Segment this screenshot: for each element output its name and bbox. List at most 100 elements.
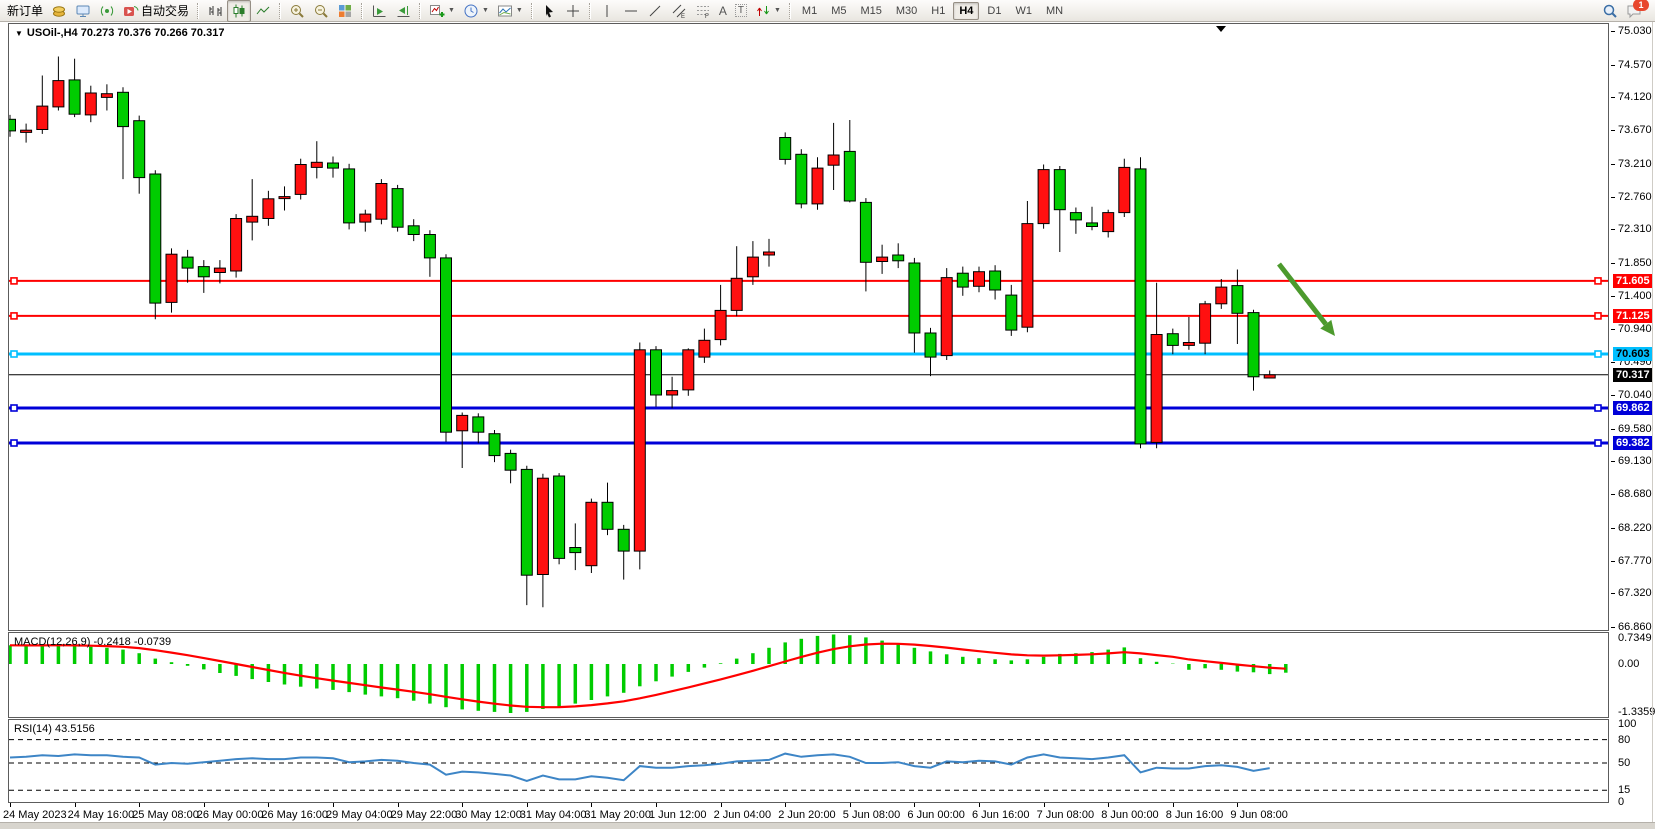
candle: [747, 257, 758, 277]
tile-windows-button[interactable]: [333, 0, 357, 22]
autotrading-button[interactable]: 自动交易: [119, 0, 193, 22]
line-handle[interactable]: [1595, 351, 1601, 357]
toolbar-separator: [589, 3, 591, 19]
main-chart-panel[interactable]: ▼ USOil-,H4 70.273 70.376 70.266 70.317: [8, 23, 1609, 631]
signal-icon: [99, 3, 115, 19]
line-handle[interactable]: [1595, 440, 1601, 446]
rsi-line: [10, 754, 1270, 781]
price-line-label: 69.382: [1613, 436, 1653, 450]
line-handle[interactable]: [1595, 313, 1601, 319]
price-tick-label: 74.120: [1618, 91, 1655, 103]
time-axis-label: 6 Jun 16:00: [972, 809, 1030, 821]
candle: [101, 94, 112, 98]
add-indicator-button[interactable]: ▼: [425, 0, 459, 22]
price-tick-mark: [1611, 528, 1615, 529]
notification-badge: 1: [1633, 0, 1649, 11]
templates-button[interactable]: ▼: [493, 0, 527, 22]
arrows-tool-button[interactable]: ▼: [751, 0, 785, 22]
line-handle[interactable]: [11, 351, 17, 357]
price-tick-mark: [1611, 263, 1615, 264]
rsi-chart[interactable]: [9, 720, 1608, 802]
macd-chart[interactable]: [9, 633, 1608, 717]
macd-panel[interactable]: MACD(12,26,9) -0.2418 -0.0739: [8, 632, 1609, 718]
line-handle[interactable]: [1595, 405, 1601, 411]
collapse-triangle-icon[interactable]: ▼: [15, 29, 23, 38]
timeframe-h1[interactable]: H1: [925, 2, 951, 20]
candle: [699, 340, 710, 357]
macd-axis-label: -1.3359: [1618, 706, 1655, 718]
timeframe-m15[interactable]: M15: [854, 2, 887, 20]
text-tool-button[interactable]: A: [715, 0, 731, 22]
candle-chart-mode-button[interactable]: [227, 0, 251, 22]
template-icon: [497, 3, 513, 19]
line-handle[interactable]: [11, 440, 17, 446]
candle: [53, 81, 64, 107]
channel-tool-button[interactable]: E: [667, 0, 691, 22]
candle: [537, 478, 548, 574]
timeframe-mn[interactable]: MN: [1040, 2, 1069, 20]
price-tick-label: 69.580: [1618, 423, 1655, 435]
rsi-axis-label: 80: [1618, 734, 1655, 746]
crosshair-icon: [565, 3, 581, 19]
price-line-label: 69.862: [1613, 401, 1653, 415]
timeframe-h4[interactable]: H4: [953, 2, 979, 20]
price-axis[interactable]: 75.03074.57074.12073.67073.21072.76072.3…: [1611, 22, 1655, 822]
macd-axis-label: 0.7349: [1618, 632, 1655, 644]
search-button[interactable]: [1598, 0, 1622, 22]
rsi-panel[interactable]: RSI(14) 43.5156: [8, 719, 1609, 803]
new-order-button[interactable]: 新订单: [3, 0, 47, 22]
time-axis[interactable]: 24 May 202324 May 16:0025 May 08:0026 Ma…: [8, 803, 1609, 824]
price-tick-mark: [1611, 31, 1615, 32]
timeframe-w1[interactable]: W1: [1009, 2, 1038, 20]
cursor-tool-button[interactable]: [537, 0, 561, 22]
zoom-out-icon: [313, 3, 329, 19]
terminal-button[interactable]: [71, 0, 95, 22]
candle: [1232, 286, 1243, 314]
price-tick-label: 71.400: [1618, 290, 1655, 302]
time-tick-mark: [1173, 803, 1174, 807]
price-chart[interactable]: [9, 24, 1608, 630]
line-handle[interactable]: [11, 278, 17, 284]
time-tick-mark: [850, 803, 851, 807]
fibonacci-tool-button[interactable]: F: [691, 0, 715, 22]
line-handle[interactable]: [1595, 278, 1601, 284]
funds-button[interactable]: [47, 0, 71, 22]
price-tick-label: 72.760: [1618, 191, 1655, 203]
symbol-ohlc-title: USOil-,H4 70.273 70.376 70.266 70.317: [27, 27, 225, 39]
candle: [893, 255, 904, 261]
bar-chart-mode-button[interactable]: [203, 0, 227, 22]
timeframe-d1[interactable]: D1: [981, 2, 1007, 20]
candle: [877, 257, 888, 261]
horizontal-line-tool-button[interactable]: [619, 0, 643, 22]
trendline-tool-button[interactable]: [643, 0, 667, 22]
timeframe-m30[interactable]: M30: [890, 2, 923, 20]
candle: [247, 216, 258, 222]
shift-marker-icon[interactable]: [1216, 26, 1226, 32]
dropdown-caret: ▼: [482, 7, 489, 14]
price-tick-mark: [1611, 229, 1615, 230]
chart-shift-button[interactable]: [391, 0, 415, 22]
notifications-button[interactable]: 1: [1622, 0, 1646, 22]
svg-text:F: F: [705, 14, 709, 19]
timeframe-m5[interactable]: M5: [825, 2, 852, 20]
signal-button[interactable]: [95, 0, 119, 22]
vertical-line-tool-button[interactable]: [595, 0, 619, 22]
zoom-in-button[interactable]: [285, 0, 309, 22]
candle: [182, 257, 193, 268]
zoom-out-button[interactable]: [309, 0, 333, 22]
time-tick-mark: [398, 803, 399, 807]
time-axis-label: 8 Jun 16:00: [1166, 809, 1224, 821]
line-chart-mode-button[interactable]: [251, 0, 275, 22]
auto-scroll-button[interactable]: [367, 0, 391, 22]
timeframe-m1[interactable]: M1: [796, 2, 823, 20]
candle: [37, 106, 48, 129]
toolbar-separator: [419, 3, 421, 19]
periods-button[interactable]: ▼: [459, 0, 493, 22]
line-handle[interactable]: [11, 313, 17, 319]
crosshair-tool-button[interactable]: [561, 0, 585, 22]
candle: [392, 189, 403, 228]
price-tick-mark: [1611, 461, 1615, 462]
line-handle[interactable]: [11, 405, 17, 411]
label-tool-button[interactable]: T: [731, 0, 751, 22]
price-tick-mark: [1611, 627, 1615, 628]
